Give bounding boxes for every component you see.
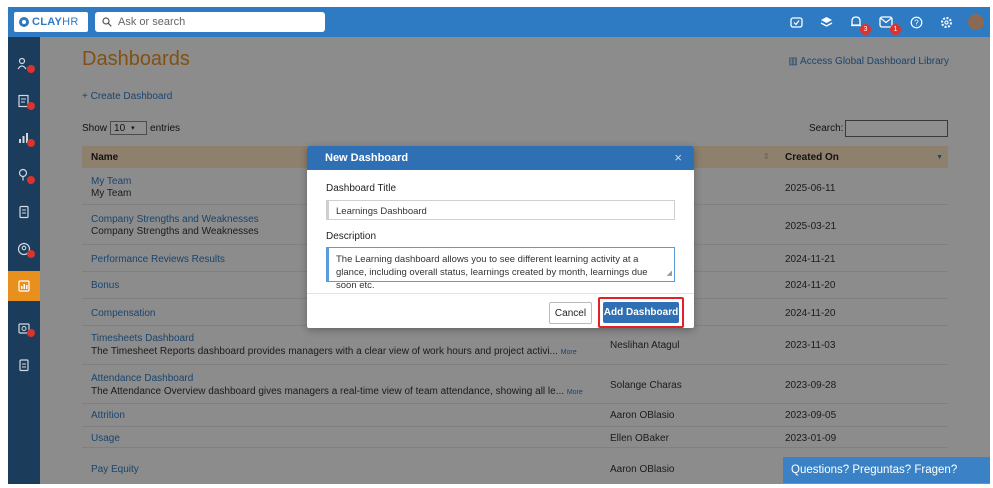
sidebar-item-time[interactable]	[8, 313, 40, 343]
modal-footer: Cancel Add Dashboard	[307, 293, 694, 328]
sidebar-item-analytics[interactable]	[8, 123, 40, 153]
search-placeholder: Ask or search	[118, 16, 186, 28]
mail-icon[interactable]: 1	[878, 14, 901, 35]
settings-icon[interactable]	[938, 14, 954, 30]
sidebar-item-clipboard[interactable]	[8, 350, 40, 380]
inbox-badge: 1	[890, 24, 901, 35]
description-text: The Learning dashboard allows you to see…	[336, 254, 648, 291]
bell-icon[interactable]: 3	[848, 14, 871, 35]
help-icon[interactable]: ?	[908, 14, 924, 30]
description-label: Description	[326, 231, 377, 242]
logo-text: CLAY	[32, 16, 63, 28]
add-dashboard-button[interactable]: Add Dashboard	[603, 302, 679, 323]
sidebar-item-reports[interactable]	[8, 86, 40, 116]
sidebar-item-profile-settings[interactable]	[8, 234, 40, 264]
svg-text:?: ?	[914, 18, 919, 27]
modal-title: New Dashboard	[325, 152, 409, 164]
clipboard-icon	[19, 359, 29, 372]
documents-icon	[19, 205, 29, 219]
close-icon[interactable]: ×	[674, 151, 682, 164]
clayhr-logo[interactable]: CLAY HR	[14, 12, 88, 32]
layers-icon[interactable]	[818, 14, 834, 30]
logo-mark-icon	[19, 17, 29, 27]
search-icon	[102, 17, 112, 27]
sidebar-item-people[interactable]	[8, 49, 40, 79]
resize-handle-icon[interactable]: ◢	[667, 267, 672, 280]
cancel-button[interactable]: Cancel	[549, 302, 592, 324]
help-chat-button[interactable]: Questions? Preguntas? Fragen?	[783, 457, 990, 483]
dashboard-title-label: Dashboard Title	[326, 183, 397, 194]
add-dashboard-highlight: Add Dashboard	[598, 297, 684, 328]
sidebar	[8, 37, 40, 484]
notification-badge: 3	[860, 24, 871, 35]
dashboard-icon	[18, 280, 30, 292]
global-search-input[interactable]: Ask or search	[95, 12, 325, 32]
user-avatar[interactable]	[968, 14, 984, 30]
logo-suffix: HR	[62, 16, 79, 28]
sidebar-item-dashboards[interactable]	[8, 271, 40, 301]
new-dashboard-modal: New Dashboard × Dashboard Title Learning…	[307, 146, 694, 328]
top-bar: CLAY HR Ask or search 3 1 ?	[8, 7, 990, 37]
sidebar-item-documents[interactable]	[8, 197, 40, 227]
sidebar-item-goals[interactable]	[8, 160, 40, 190]
checklist-icon[interactable]	[788, 14, 804, 30]
modal-header: New Dashboard ×	[307, 146, 694, 170]
dashboard-title-input[interactable]: Learnings Dashboard	[326, 200, 675, 220]
description-textarea[interactable]: The Learning dashboard allows you to see…	[326, 247, 675, 291]
